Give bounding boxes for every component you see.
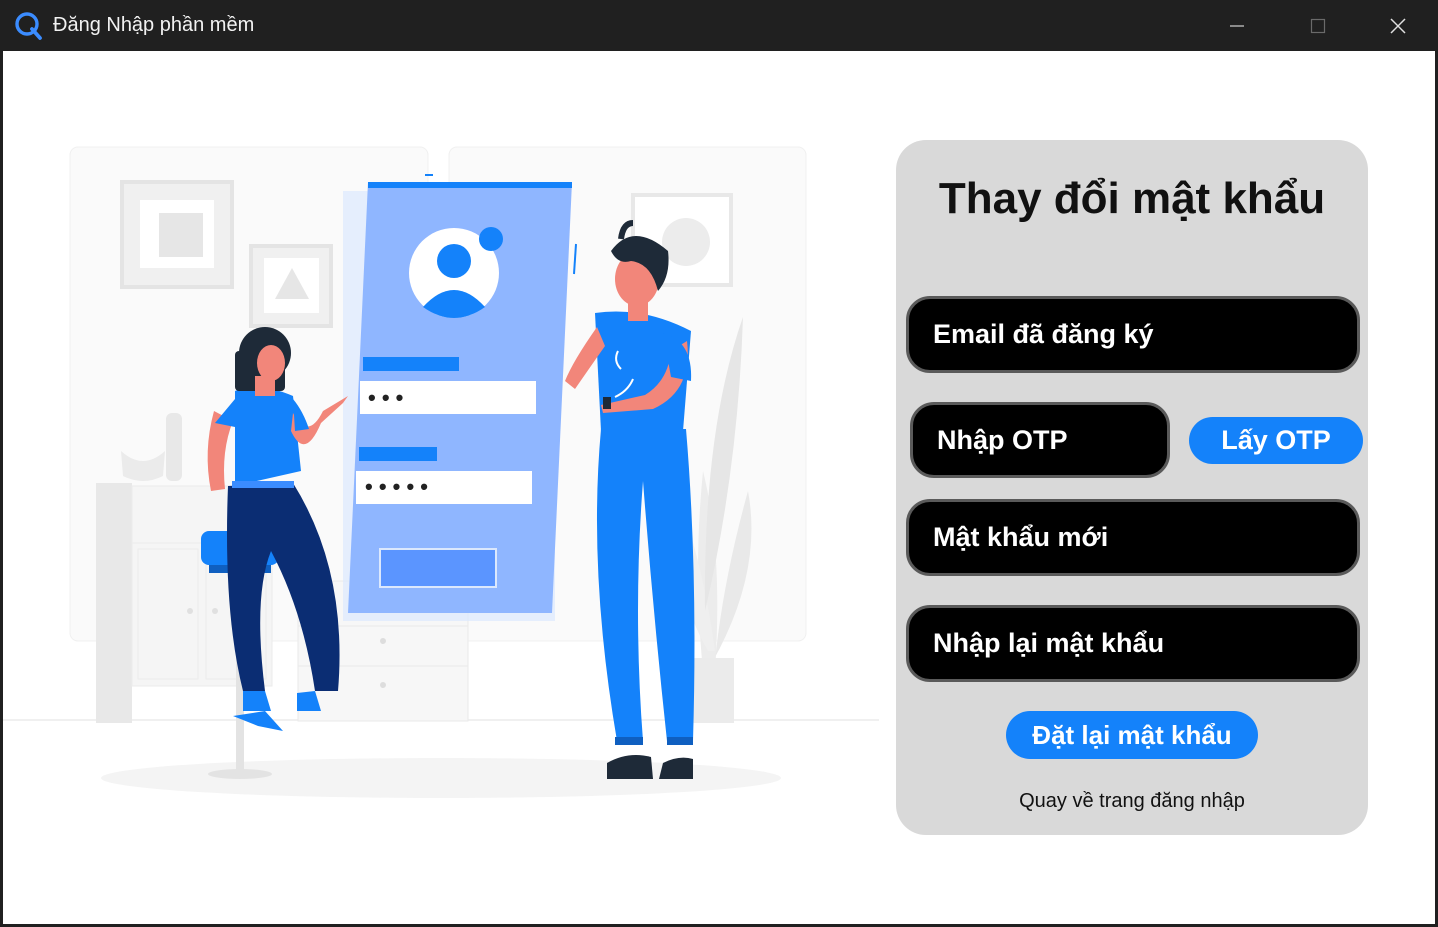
confirm-password-placeholder: Nhập lại mật khẩu — [933, 628, 1165, 658]
change-password-panel: Thay đổi mật khẩu Email đã đăng ký Nhập … — [896, 140, 1368, 835]
login-illustration: • • • • • • • • — [3, 146, 879, 798]
password-dots-2: • • • • • — [365, 474, 428, 499]
title-bar[interactable]: Đăng Nhập phần mềm — [0, 0, 1438, 51]
new-password-placeholder: Mật khẩu mới — [933, 522, 1109, 552]
email-placeholder: Email đã đăng ký — [933, 319, 1154, 349]
reset-password-button[interactable]: Đặt lại mật khẩu — [1006, 711, 1258, 759]
back-to-login-link[interactable]: Quay về trang đăng nhập — [896, 790, 1368, 813]
new-password-field[interactable]: Mật khẩu mới — [906, 499, 1360, 576]
otp-placeholder: Nhập OTP — [937, 424, 1068, 455]
q-logo-icon — [15, 12, 42, 40]
otp-field[interactable]: Nhập OTP — [910, 402, 1170, 478]
email-field[interactable]: Email đã đăng ký — [906, 296, 1360, 373]
confirm-password-field[interactable]: Nhập lại mật khẩu — [906, 605, 1360, 682]
window-title: Đăng Nhập phần mềm — [53, 14, 255, 36]
get-otp-button[interactable]: Lấy OTP — [1189, 417, 1363, 464]
app-window: Đăng Nhập phần mềm • • • • • • • • Thay … — [0, 0, 1438, 927]
password-dots-1: • • • — [368, 385, 403, 410]
minimize-button[interactable] — [1197, 0, 1277, 51]
maximize-icon — [1310, 18, 1326, 33]
minimize-icon — [1230, 24, 1244, 27]
maximize-button[interactable] — [1278, 0, 1358, 51]
close-icon — [1390, 17, 1406, 34]
close-button[interactable] — [1358, 0, 1438, 51]
main-content: • • • • • • • • Thay đổi mật khẩu Email … — [3, 51, 1435, 924]
panel-title: Thay đổi mật khẩu — [938, 174, 1326, 223]
